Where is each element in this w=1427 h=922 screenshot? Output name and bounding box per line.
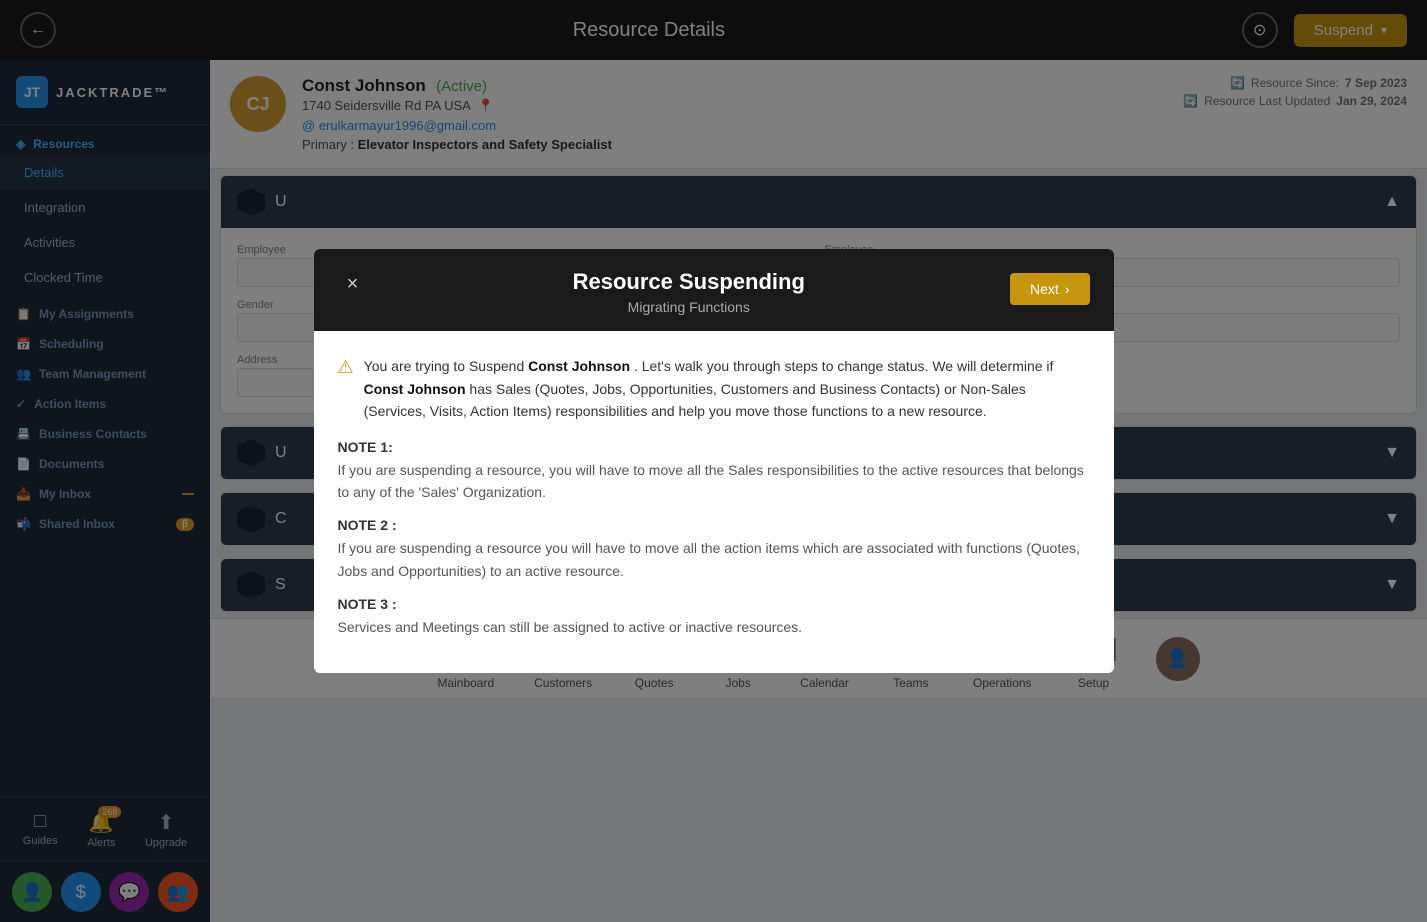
warning-icon: ⚠	[338, 357, 354, 378]
modal-next-button[interactable]: Next ›	[1010, 273, 1089, 305]
warning-line: ⚠ You are trying to Suspend Const Johnso…	[338, 355, 1090, 422]
warning-text: You are trying to Suspend Const Johnson …	[364, 355, 1090, 422]
note-3: NOTE 3 : Services and Meetings can still…	[338, 596, 1090, 638]
modal-subtitle: Migrating Functions	[368, 299, 1011, 315]
modal-header-center: Resource Suspending Migrating Functions	[368, 269, 1011, 315]
note-1: NOTE 1: If you are suspending a resource…	[338, 439, 1090, 504]
modal-header: × Resource Suspending Migrating Function…	[314, 249, 1114, 331]
modal: × Resource Suspending Migrating Function…	[314, 249, 1114, 672]
modal-body: ⚠ You are trying to Suspend Const Johnso…	[314, 331, 1114, 672]
modal-title: Resource Suspending	[368, 269, 1011, 295]
next-icon: ›	[1065, 281, 1070, 297]
modal-close-button[interactable]: ×	[338, 269, 368, 299]
note-2: NOTE 2 : If you are suspending a resourc…	[338, 517, 1090, 582]
modal-overlay[interactable]: × Resource Suspending Migrating Function…	[0, 0, 1427, 922]
